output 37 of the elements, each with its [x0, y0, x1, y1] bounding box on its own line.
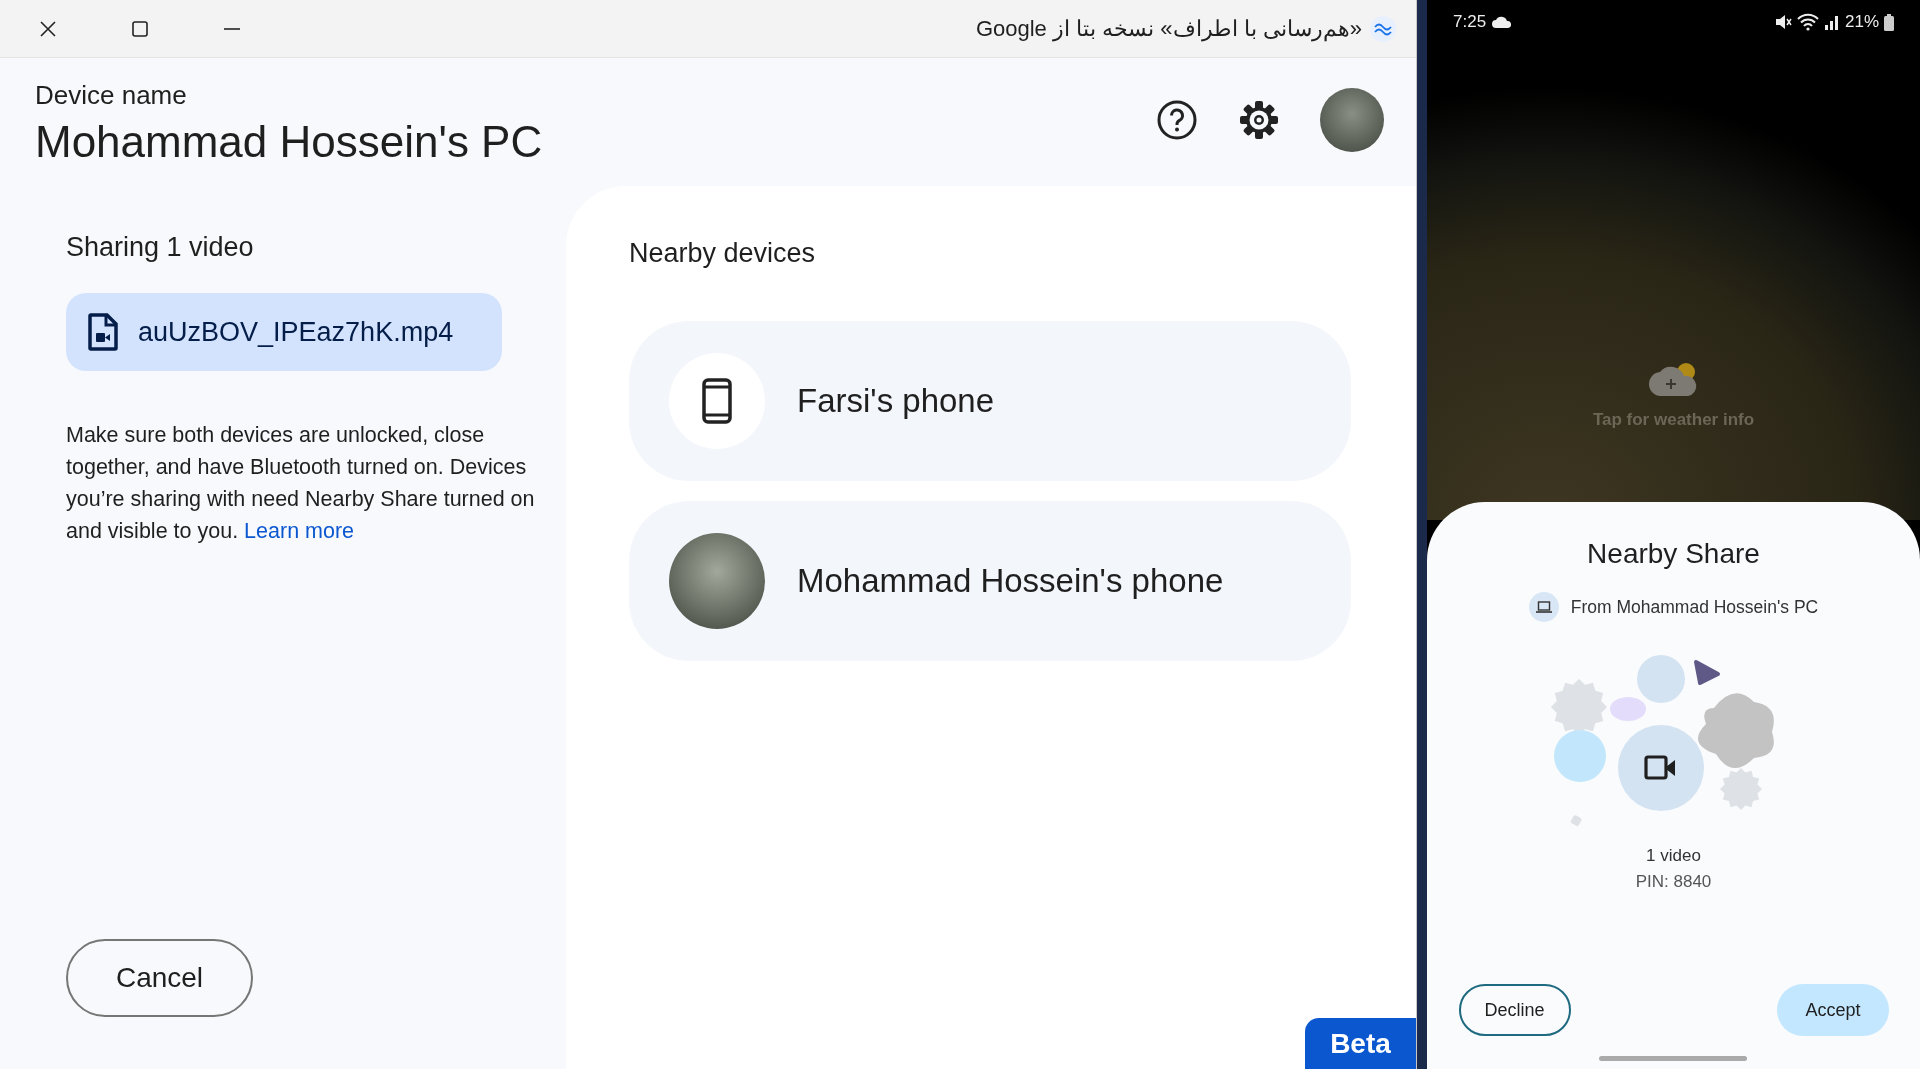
clock-time: 7:25	[1453, 12, 1487, 32]
video-file-icon	[88, 313, 118, 351]
sheet-action-button[interactable]: Decline	[1458, 984, 1571, 1036]
battery-percentage: 21%	[1844, 12, 1879, 32]
help-button[interactable]	[1156, 99, 1198, 141]
app-logo-icon	[1370, 15, 1396, 42]
sharing-heading: Sharing 1 video	[66, 232, 255, 263]
sheet-action-button[interactable]: Accept	[1777, 984, 1889, 1036]
beta-badge: Beta	[1305, 1018, 1416, 1069]
window-title: «هم‌رسانی با اطراف» نسخه بتا از Google	[975, 15, 1362, 42]
device-card[interactable]: Farsi's phone	[629, 321, 1351, 481]
cancel-button[interactable]: Cancel	[66, 939, 253, 1017]
device-card[interactable]: Mohammad Hossein's phone	[629, 501, 1351, 661]
settings-icon	[1238, 99, 1280, 141]
signal-icon	[1823, 14, 1840, 30]
sharing-instructions: Make sure both devices are unlocked, close together, and have Bluetooth turned on. Devices you’re sharing with need Nearby Share turned on and visible to you. Learn more	[66, 422, 536, 545]
settings-button[interactable]	[1238, 99, 1280, 141]
battery-icon	[1884, 13, 1894, 31]
sender-name: From Mohammad Hossein's PC	[1570, 596, 1819, 618]
learn-more-link[interactable]: Learn more	[244, 519, 355, 543]
nearby-devices-heading: Nearby devices	[629, 238, 817, 269]
device-name-label: Device name	[35, 80, 188, 111]
pin-code: PIN: 8840	[1635, 872, 1712, 892]
maximize-icon	[130, 18, 150, 39]
minimize-icon	[224, 27, 240, 30]
file-name: auUzBOV_IPEaz7hK.mp4	[138, 316, 454, 348]
file-count: 1 video	[1646, 846, 1701, 866]
device-name: Mohammad Hossein's PC	[35, 117, 543, 167]
mute-icon	[1773, 14, 1792, 30]
wifi-icon	[1796, 13, 1819, 31]
close-icon	[38, 18, 58, 39]
sheet-title: Nearby Share	[1587, 538, 1760, 570]
video-icon	[1617, 725, 1704, 811]
cloud-icon	[1492, 16, 1513, 28]
help-icon	[1156, 99, 1198, 141]
laptop-icon	[1535, 601, 1552, 613]
phone-icon	[702, 378, 732, 424]
